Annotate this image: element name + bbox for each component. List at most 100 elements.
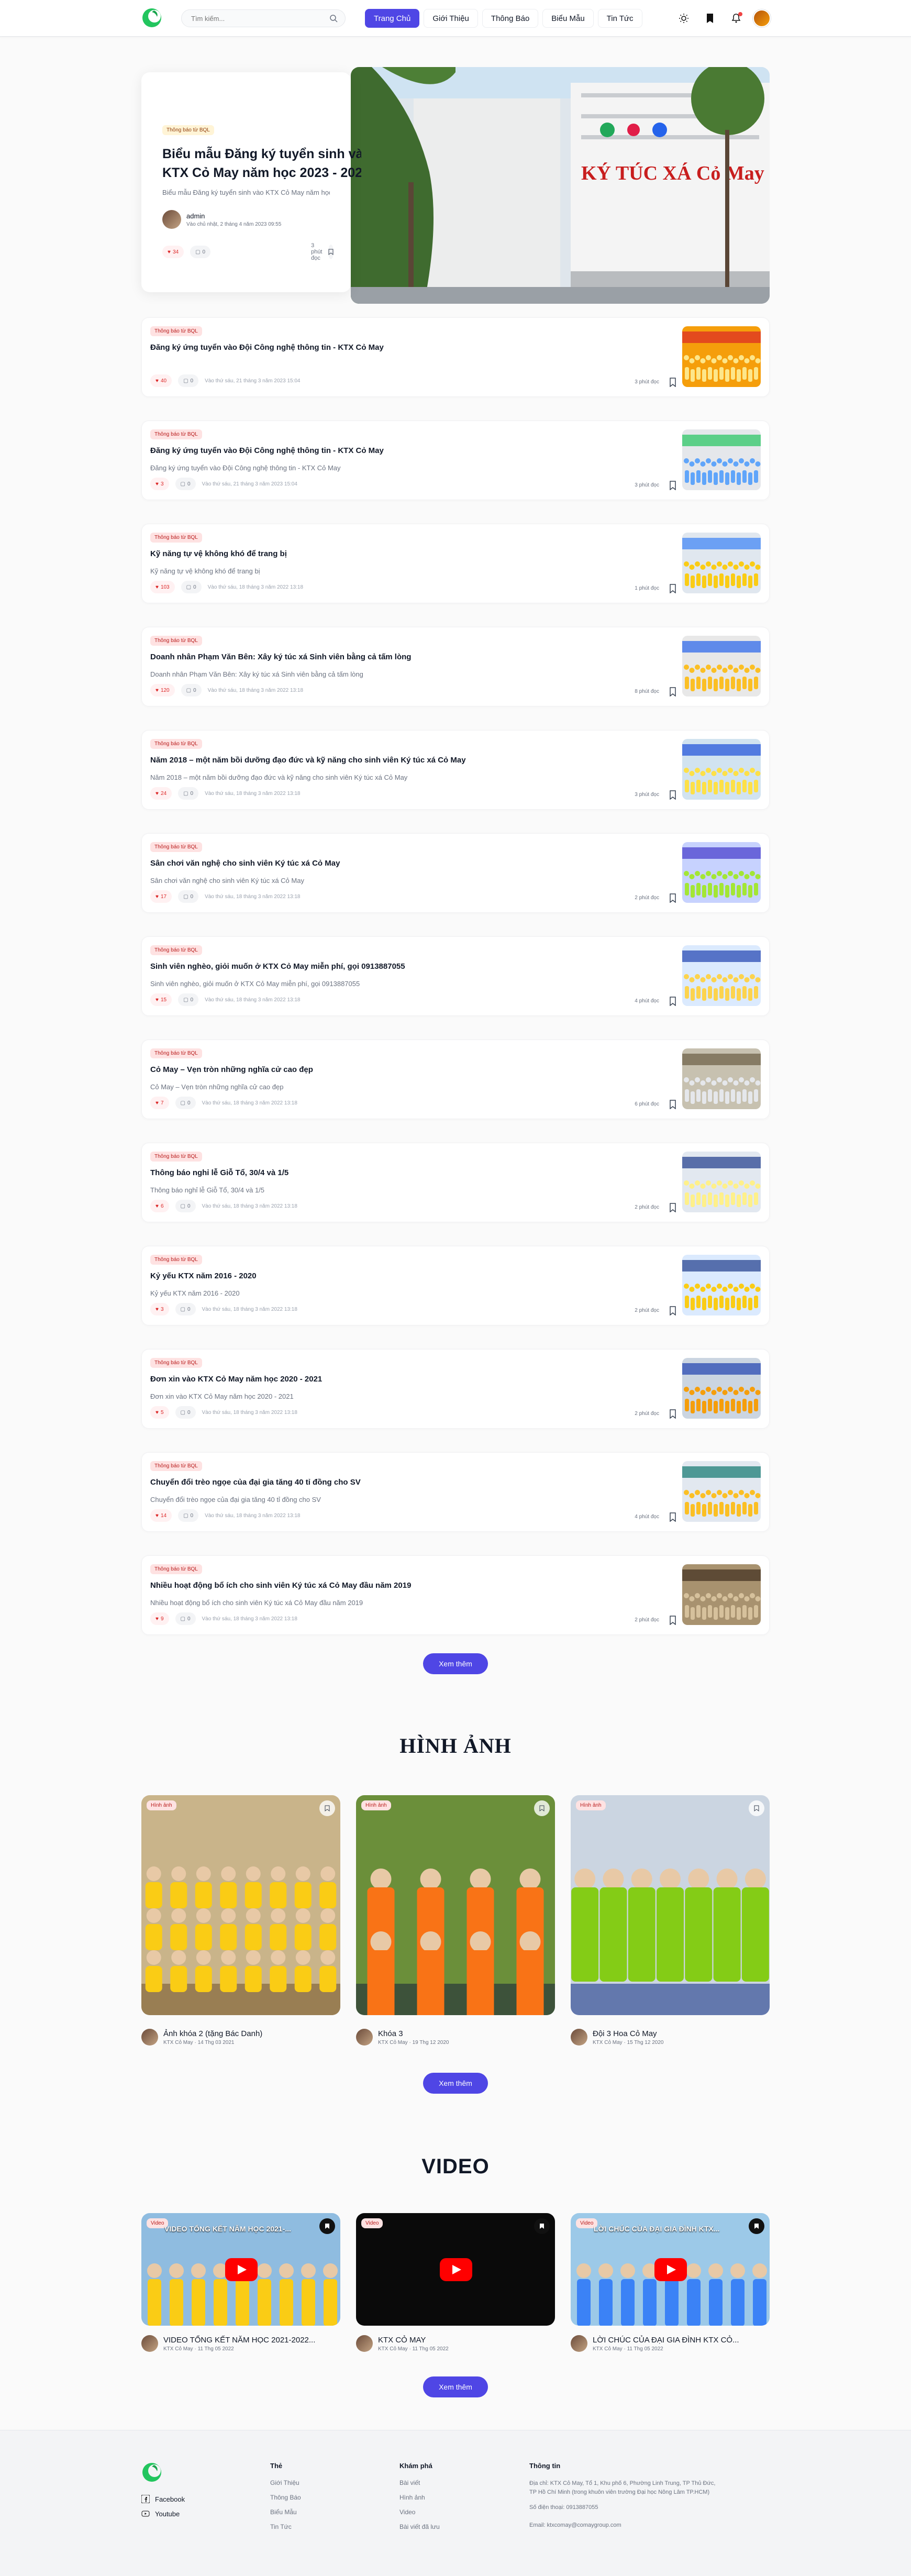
post-card[interactable]: Thông báo từ BQL Thông báo nghỉ lễ Giỗ T… [141,1143,770,1222]
footer-link-news[interactable]: Tin Tức [270,2523,301,2530]
bookmark-button[interactable] [749,2218,764,2234]
comment-button[interactable]: ▢ 0 [175,1200,196,1212]
author-name[interactable]: admin [186,212,281,220]
video-card[interactable]: Video LỜI CHÚC CỦA ĐẠI GIA ĐÌNH KTX... L… [571,2213,770,2352]
author-avatar[interactable] [141,2335,158,2352]
bookmark-icon[interactable] [669,1409,677,1419]
footer-link-notices[interactable]: Thông Báo [270,2494,301,2501]
category-badge[interactable]: Thông báo từ BQL [150,1461,202,1471]
play-icon[interactable] [225,2258,258,2281]
author-name[interactable]: KTX Cỏ May [378,2040,408,2046]
category-badge[interactable]: Thông báo từ BQL [150,1358,202,1368]
gallery-image[interactable]: Hình ảnh [356,1795,555,2015]
gallery-card[interactable]: Hình ảnh Đội 3 Hoa Cỏ May KTX Cỏ May · 1… [571,1795,770,2046]
youtube-link[interactable]: Youtube [141,2509,185,2518]
category-badge[interactable]: Thông báo từ BQL [150,429,202,439]
gallery-title[interactable]: Đội 3 Hoa Cỏ May [593,2029,663,2038]
author-name[interactable]: KTX Cỏ May [593,2040,623,2046]
bookmark-button[interactable] [534,2218,550,2234]
post-card[interactable]: Thông báo từ BQL Kỷ yếu KTX năm 2016 - 2… [141,1246,770,1325]
post-thumbnail[interactable] [682,1152,761,1212]
gallery-image[interactable]: Hình ảnh [571,1795,770,2015]
notifications-button[interactable] [727,9,746,28]
like-button[interactable]: ♥ 3 [150,1303,169,1315]
play-icon[interactable] [654,2258,687,2281]
bookmark-icon[interactable] [669,790,677,800]
category-badge[interactable]: Thông báo từ BQL [150,945,202,955]
author-avatar[interactable] [571,2029,587,2046]
post-card[interactable]: Thông báo từ BQL Năm 2018 – một năm bồi … [141,730,770,810]
gallery-card[interactable]: Hình ảnh Khóa 3 KTX Cỏ May · 19 Thg 12 2… [356,1795,555,2046]
post-thumbnail[interactable] [682,739,761,800]
post-thumbnail[interactable] [682,1564,761,1625]
bookmark-icon[interactable] [669,997,677,1006]
bookmark-icon[interactable] [669,584,677,593]
bookmark-icon[interactable] [669,378,677,387]
like-button[interactable]: ♥ 9 [150,1612,169,1625]
post-card[interactable]: Thông báo từ BQL Cỏ May – Vẹn tròn những… [141,1040,770,1119]
post-thumbnail[interactable] [682,1461,761,1522]
like-button[interactable]: ♥ 103 [150,581,175,593]
post-card[interactable]: Thông báo từ BQL Doanh nhân Phạm Văn Bên… [141,627,770,706]
comment-button[interactable]: ▢ 0 [175,1406,196,1419]
post-card[interactable]: Thông báo từ BQL Nhiều hoạt động bổ ích … [141,1555,770,1635]
post-thumbnail[interactable] [682,945,761,1006]
category-badge[interactable]: Thông báo từ BQL [150,326,202,336]
bookmark-icon[interactable] [669,1100,677,1109]
comment-button[interactable]: ▢ 0 [178,374,199,387]
post-card[interactable]: Thông báo từ BQL Sân chơi văn nghệ cho s… [141,833,770,913]
author-name[interactable]: KTX Cỏ May [593,2346,623,2352]
like-button[interactable]: ♥ 120 [150,684,175,696]
theme-toggle-button[interactable] [674,9,693,28]
featured-title[interactable]: Biểu mẫu Đăng ký tuyển sinh vào KTX Cỏ Ma… [162,145,361,182]
video-thumbnail[interactable]: Video [356,2213,555,2326]
author-avatar[interactable] [162,210,181,229]
footer-link-videos[interactable]: Video [399,2508,440,2516]
category-badge[interactable]: Thông báo từ BQL [150,739,202,749]
nav-notices[interactable]: Thông Báo [482,9,539,28]
post-title[interactable]: Đăng ký ứng tuyển vào Đội Công nghệ thôn… [150,343,384,352]
like-button[interactable]: ♥ 24 [150,787,172,800]
bookmark-icon[interactable] [669,1616,677,1625]
gallery-image[interactable]: Hình ảnh [141,1795,340,2015]
post-title[interactable]: Thông báo nghỉ lễ Giỗ Tổ, 30/4 và 1/5 [150,1168,288,1177]
post-card[interactable]: Thông báo từ BQL Đăng ký ứng tuyển vào Đ… [141,421,770,500]
facebook-link[interactable]: Facebook [141,2495,185,2503]
footer-link-forms[interactable]: Biểu Mẫu [270,2508,301,2516]
author-avatar[interactable] [571,2335,587,2352]
comment-button[interactable]: ▢ 0 [178,890,199,903]
category-badge[interactable]: Hình ảnh [147,1800,176,1810]
comment-button[interactable]: ▢ 0 [178,1509,199,1522]
load-more-videos-button[interactable]: Xem thêm [423,2376,488,2397]
post-title[interactable]: Sinh viên nghèo, giỏi muốn ở KTX Cỏ May … [150,962,405,971]
comment-button[interactable]: ▢ 0 [181,684,202,696]
bookmark-icon[interactable] [669,893,677,903]
post-thumbnail[interactable] [682,1255,761,1315]
featured-post[interactable]: KÝ TÚC XÁ Cỏ May Thông báo từ BQL Biểu m… [141,67,770,304]
footer-link-images[interactable]: Hình ảnh [399,2494,440,2501]
post-thumbnail[interactable] [682,326,761,387]
category-badge[interactable]: Thông báo từ BQL [162,125,214,135]
author-name[interactable]: KTX Cỏ May [163,2040,193,2046]
post-card[interactable]: Thông báo từ BQL Sinh viên nghèo, giỏi m… [141,936,770,1016]
footer-link-about[interactable]: Giới Thiệu [270,2479,301,2486]
like-button[interactable]: ♥ 15 [150,993,172,1006]
comment-button[interactable]: ▢ 0 [175,1612,196,1625]
video-thumbnail[interactable]: Video VIDEO TỔNG KẾT NĂM HỌC 2021-... [141,2213,340,2326]
like-button[interactable]: ♥ 3 [150,478,169,490]
category-badge[interactable]: Hình ảnh [576,1800,606,1810]
category-badge[interactable]: Thông báo từ BQL [150,636,202,646]
gallery-title[interactable]: Ảnh khóa 2 (tặng Bác Danh) [163,2029,262,2038]
post-title[interactable]: Kỷ yếu KTX năm 2016 - 2020 [150,1272,257,1280]
post-thumbnail[interactable] [682,636,761,696]
post-thumbnail[interactable] [682,533,761,593]
post-title[interactable]: Kỹ năng tự vệ không khó để trang bị [150,549,287,558]
nav-news[interactable]: Tin Tức [597,9,642,28]
video-title[interactable]: KTX CỎ MAY [378,2336,449,2345]
post-thumbnail[interactable] [682,1048,761,1109]
post-thumbnail[interactable] [682,842,761,903]
post-thumbnail[interactable] [682,429,761,490]
like-button[interactable]: ♥ 6 [150,1200,169,1212]
gallery-card[interactable]: Hình ảnh Ảnh khóa 2 (tặng Bác Danh) KTX … [141,1795,340,2046]
bookmark-button[interactable] [749,1800,764,1816]
